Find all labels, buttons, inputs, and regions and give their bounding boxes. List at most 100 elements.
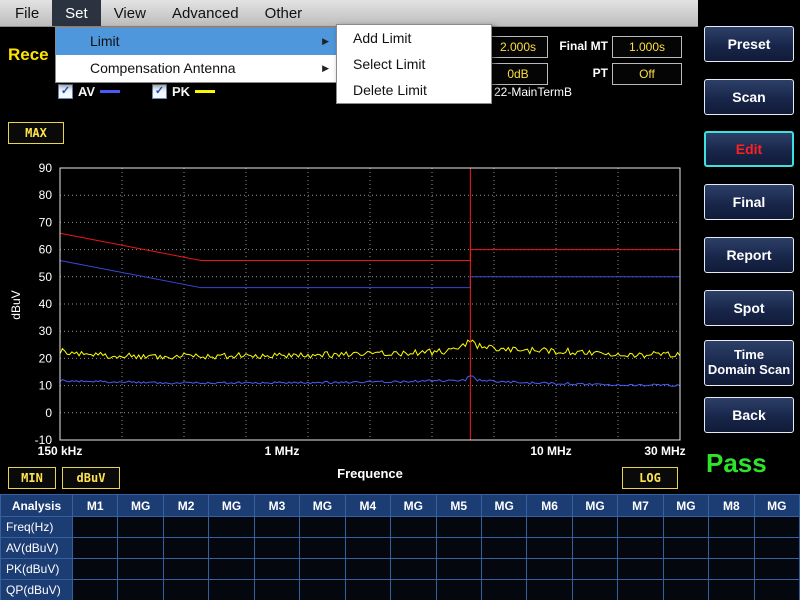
limit-submenu: Add Limit Select Limit Delete Limit bbox=[336, 24, 492, 104]
table-col-header: MG bbox=[391, 495, 436, 517]
table-cell bbox=[755, 580, 800, 600]
submenu-item-delete-limit[interactable]: Delete Limit bbox=[337, 77, 491, 103]
table-cell bbox=[709, 559, 754, 580]
table-col-header: M1 bbox=[73, 495, 118, 517]
table-cell bbox=[118, 538, 163, 559]
table-cell bbox=[118, 580, 163, 600]
limit-name-fragment: 22-MainTermB bbox=[494, 85, 572, 99]
y-axis-tick-label: 90 bbox=[39, 162, 53, 175]
table-row-label: Freq(Hz) bbox=[1, 517, 73, 538]
report-button[interactable]: Report bbox=[704, 237, 794, 273]
y-axis-tick-label: 60 bbox=[39, 243, 53, 257]
table-cell bbox=[346, 580, 391, 600]
param-value-box-1[interactable]: 2.000s bbox=[488, 36, 548, 58]
table-cell bbox=[209, 517, 254, 538]
submenu-item-select-limit[interactable]: Select Limit bbox=[337, 51, 491, 77]
table-cell bbox=[255, 559, 300, 580]
unit-button[interactable]: dBuV bbox=[62, 467, 120, 489]
pt-value-box[interactable]: Off bbox=[612, 63, 682, 85]
menu-item-limit[interactable]: Limit ▶ bbox=[56, 28, 338, 55]
table-cell bbox=[300, 538, 345, 559]
menu-item-file[interactable]: File bbox=[2, 0, 52, 26]
pk-legend: ✓ PK bbox=[152, 84, 215, 99]
menu-item-set[interactable]: Set bbox=[52, 0, 101, 26]
table-cell bbox=[209, 580, 254, 600]
table-cell bbox=[618, 559, 663, 580]
x-tick-1mhz: 1 MHz bbox=[247, 444, 317, 458]
table-cell bbox=[527, 517, 572, 538]
table-cell bbox=[709, 580, 754, 600]
table-row-label: AV(dBuV) bbox=[1, 538, 73, 559]
check-icon: ✓ bbox=[155, 85, 164, 98]
menu-item-other[interactable]: Other bbox=[252, 0, 316, 26]
pk-checkbox[interactable]: ✓ bbox=[152, 84, 167, 99]
preset-button[interactable]: Preset bbox=[704, 26, 794, 62]
table-col-header: MG bbox=[664, 495, 709, 517]
table-cell bbox=[437, 559, 482, 580]
y-axis-tick-label: 40 bbox=[39, 297, 53, 311]
table-cell bbox=[118, 559, 163, 580]
scan-button[interactable]: Scan bbox=[704, 79, 794, 115]
menu-item-limit-label: Limit bbox=[90, 33, 120, 49]
final-button[interactable]: Final bbox=[704, 184, 794, 220]
chart-svg[interactable]: 9080706050403020100-10 bbox=[0, 162, 690, 452]
y-axis-tick-label: 0 bbox=[45, 406, 52, 420]
y-axis-tick-label: 30 bbox=[39, 324, 53, 338]
table-cell bbox=[482, 580, 527, 600]
menu-item-compensation-antenna-label: Compensation Antenna bbox=[90, 60, 236, 76]
av-legend: ✓ AV bbox=[58, 84, 120, 99]
table-cell bbox=[164, 517, 209, 538]
edit-button[interactable]: Edit bbox=[704, 131, 794, 167]
table-col-header: M6 bbox=[527, 495, 572, 517]
av-trace-swatch bbox=[100, 90, 120, 93]
table-cell bbox=[255, 580, 300, 600]
table-cell bbox=[664, 580, 709, 600]
back-button[interactable]: Back bbox=[704, 397, 794, 433]
table-cell bbox=[209, 538, 254, 559]
table-cell bbox=[573, 559, 618, 580]
param-value-box-2[interactable]: 0dB bbox=[488, 63, 548, 85]
table-row-label: QP(dBuV) bbox=[1, 580, 73, 600]
pk-label: PK bbox=[172, 84, 190, 99]
table-cell bbox=[118, 517, 163, 538]
table-col-header: M2 bbox=[164, 495, 209, 517]
table-cell bbox=[709, 517, 754, 538]
table-cell bbox=[300, 580, 345, 600]
check-icon: ✓ bbox=[61, 85, 70, 98]
table-cell bbox=[573, 517, 618, 538]
menu-item-advanced[interactable]: Advanced bbox=[159, 0, 252, 26]
table-col-header: MG bbox=[755, 495, 800, 517]
table-cell bbox=[300, 517, 345, 538]
submenu-item-add-limit[interactable]: Add Limit bbox=[337, 25, 491, 51]
pk-trace-swatch bbox=[195, 90, 215, 93]
table-cell bbox=[391, 580, 436, 600]
x-tick-30mhz: 30 MHz bbox=[630, 444, 700, 458]
max-button[interactable]: MAX bbox=[8, 122, 64, 144]
x-axis-title: Frequence bbox=[270, 466, 470, 481]
table-col-header: MG bbox=[118, 495, 163, 517]
table-cell bbox=[391, 517, 436, 538]
av-checkbox[interactable]: ✓ bbox=[58, 84, 73, 99]
min-button[interactable]: MIN bbox=[8, 467, 56, 489]
table-cell bbox=[527, 580, 572, 600]
table-corner-header: Analysis bbox=[1, 495, 73, 517]
av-label: AV bbox=[78, 84, 95, 99]
table-cell bbox=[527, 559, 572, 580]
time-domain-scan-button[interactable]: Time Domain Scan bbox=[704, 340, 794, 386]
receiver-title: Rece bbox=[8, 45, 49, 65]
menu-item-compensation-antenna[interactable]: Compensation Antenna ▶ bbox=[56, 55, 338, 82]
app-window: File Set View Advanced Other Rece 2.000s… bbox=[0, 0, 800, 600]
table-cell bbox=[209, 559, 254, 580]
spot-button[interactable]: Spot bbox=[704, 290, 794, 326]
table-cell bbox=[391, 559, 436, 580]
table-cell bbox=[73, 517, 118, 538]
final-mt-value-box[interactable]: 1.000s bbox=[612, 36, 682, 58]
table-cell bbox=[437, 517, 482, 538]
table-col-header: M5 bbox=[437, 495, 482, 517]
table-cell bbox=[300, 559, 345, 580]
menu-item-view[interactable]: View bbox=[101, 0, 159, 26]
log-button[interactable]: LOG bbox=[622, 467, 678, 489]
table-row-label: PK(dBuV) bbox=[1, 559, 73, 580]
table-cell bbox=[618, 580, 663, 600]
table-col-header: M3 bbox=[255, 495, 300, 517]
